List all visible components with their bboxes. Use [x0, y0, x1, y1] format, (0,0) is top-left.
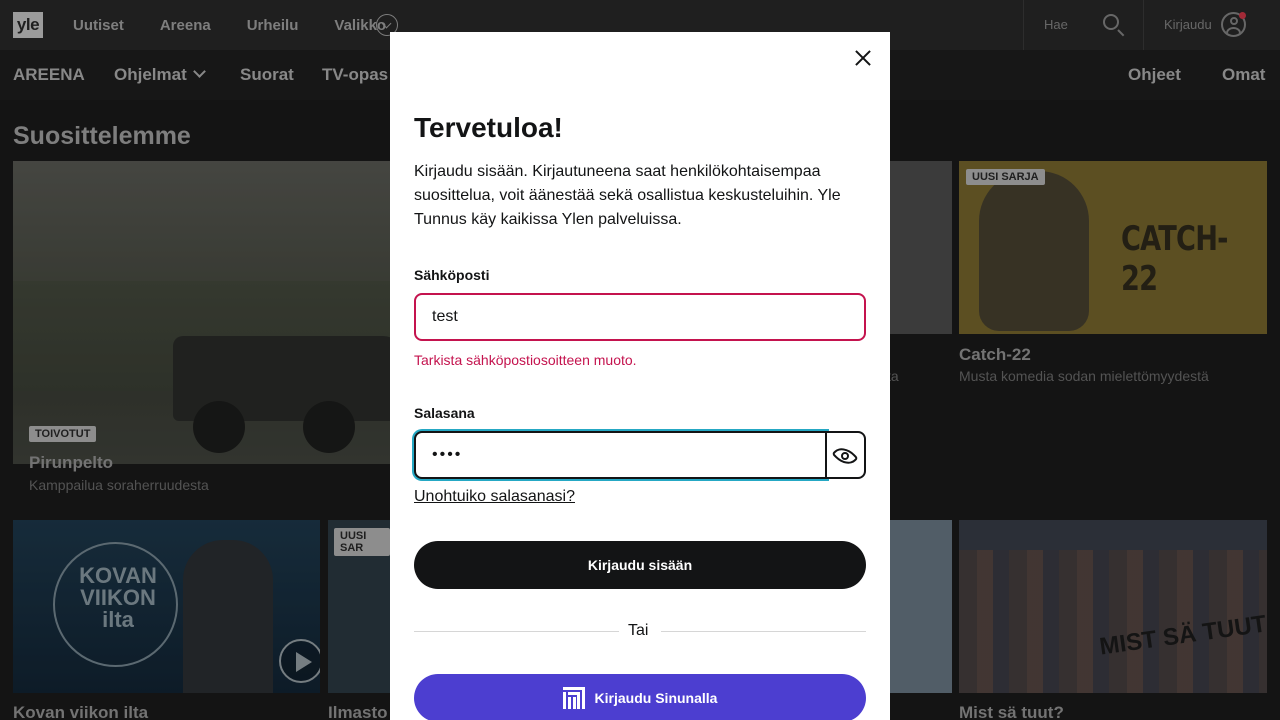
login-button[interactable]: Kirjaudu sisään — [414, 541, 866, 589]
sinuna-label: Kirjaudu Sinunalla — [594, 690, 718, 706]
modal-heading: Tervetuloa! — [414, 112, 563, 143]
login-modal: Tervetuloa! Kirjaudu sisään. Kirjautunee… — [390, 32, 890, 720]
modal-intro: Kirjaudu sisään. Kirjautuneena saat henk… — [414, 163, 841, 228]
password-label: Salasana — [414, 405, 475, 421]
sinuna-icon — [562, 687, 585, 709]
or-label: Tai — [628, 622, 649, 639]
show-password-button[interactable] — [827, 431, 866, 479]
forgot-password-link[interactable]: Unohtuiko salasanasi? — [414, 488, 575, 506]
divider-right — [661, 631, 866, 632]
sinuna-login-button[interactable]: Kirjaudu Sinunalla — [414, 674, 866, 720]
email-error: Tarkista sähköpostiosoitteen muoto. — [414, 352, 637, 368]
email-field[interactable] — [414, 293, 866, 341]
password-field[interactable] — [414, 431, 827, 479]
email-label: Sähköposti — [414, 267, 490, 283]
divider-left — [414, 631, 619, 632]
eye-pupil — [841, 452, 849, 460]
close-icon[interactable] — [852, 47, 874, 69]
